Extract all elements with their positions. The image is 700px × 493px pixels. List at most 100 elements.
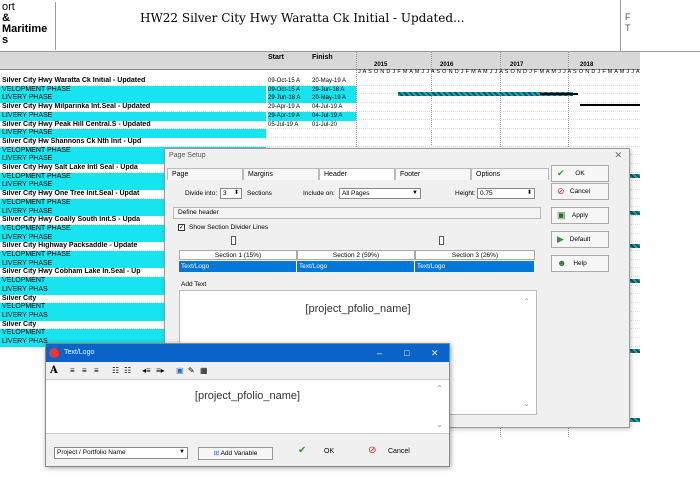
text-editor[interactable]: [project_pfolio_name] ⌃ ⌄ (46, 379, 449, 434)
text-logo-dialog: Text/Logo – □ ✕ A ≡ ≡ ≡ ☷ ☷ ◂≡ ≡▸ ▣ ✎ ▦ … (45, 343, 450, 467)
add-variable-icon: ⊞ (213, 450, 221, 457)
sections-label: Sections (247, 190, 272, 197)
table-row: Silver City Hwy Peak Hill Central.S - Up… (0, 121, 640, 130)
section-3-header: Section 3 (26%) (415, 250, 535, 260)
default-button[interactable]: ▶ Default (551, 231, 609, 248)
table-row: Silver City Hw Shannons Ck Nth Init - Up… (0, 138, 640, 147)
show-lines-label: Show Section Divider Lines (189, 224, 269, 231)
gantt-bar (630, 349, 640, 353)
help-label: Help (573, 260, 587, 267)
help-icon: ☻ (557, 258, 567, 268)
cancel-icon: ⊘ (557, 186, 565, 196)
stepper-arrows-icon[interactable]: ⬍ (234, 189, 239, 198)
tab-header[interactable]: Header (319, 168, 395, 180)
app-icon (49, 348, 59, 358)
add-variable-button[interactable]: ⊞ Add Variable (198, 447, 273, 460)
scroll-down-icon[interactable]: ⌄ (523, 399, 530, 408)
height-value: 0.75 (480, 190, 493, 197)
finish-cell: 04-Jul-19 A (312, 111, 356, 121)
outdent-icon[interactable]: ◂≡ (142, 364, 151, 377)
start-cell: 09-Oct-15 A (268, 78, 301, 84)
section-2-header: Section 2 (59%) (297, 250, 415, 260)
picture-icon[interactable]: ▣ (176, 364, 184, 377)
divide-value: 3 (223, 190, 227, 197)
height-stepper[interactable]: 0.75 ⬍ (477, 188, 535, 199)
dialog-title: Text/Logo (64, 349, 95, 356)
year-label: 2016 (440, 62, 454, 68)
tab-margins[interactable]: Margins (243, 168, 319, 180)
check-icon: ✔ (557, 168, 565, 178)
tab-footer[interactable]: Footer (395, 168, 471, 180)
report-header: ort & Maritime s HW22 Silver City Hwy Wa… (0, 0, 700, 52)
apply-button[interactable]: ▣ Apply (551, 207, 609, 224)
tab-bar: Page Margins Header Footer Options (167, 168, 549, 180)
help-button[interactable]: ☻ Help (551, 255, 609, 272)
cancel-icon: ⊘ (368, 445, 377, 456)
maximize-icon[interactable]: □ (404, 344, 409, 362)
divider-handle[interactable] (439, 236, 444, 245)
month-scale: J A S O N D J F M A M J J A S O N D J F … (358, 69, 640, 75)
editor-value: [project_pfolio_name] (194, 390, 301, 402)
close-icon[interactable]: ✕ (431, 344, 439, 362)
start-cell: 29-Apr-19 A (268, 104, 301, 111)
divider-handle[interactable] (231, 236, 236, 245)
corner-line-2: T (625, 23, 631, 33)
show-lines-checkbox[interactable]: ✓ (178, 224, 185, 231)
include-on-select[interactable]: All Pages ▼ (339, 188, 421, 199)
define-header-group: Define header (173, 207, 541, 219)
section-1-cell[interactable]: Text/Logo (179, 261, 297, 272)
indent-icon[interactable]: ≡▸ (156, 364, 165, 377)
logo: ort & Maritime s (0, 2, 56, 50)
section-3-cell[interactable]: Text/Logo (415, 261, 535, 272)
play-icon: ▶ (557, 234, 564, 244)
scroll-up-icon[interactable]: ⌃ (523, 297, 530, 306)
pencil-icon[interactable]: ✎ (188, 364, 195, 377)
task-name-cell: LIVERY PHASE (0, 111, 266, 121)
section-1-header: Section 1 (15%) (179, 250, 297, 260)
include-value: All Pages (342, 190, 370, 197)
font-icon[interactable]: A (50, 364, 58, 377)
align-left-icon[interactable]: ≡ (70, 364, 75, 377)
chevron-down-icon: ▼ (412, 190, 418, 196)
add-text-label: Add Text (181, 281, 207, 288)
gantt-bar (630, 174, 640, 178)
ok-label: OK (575, 170, 585, 177)
header-divider (620, 0, 621, 52)
close-icon[interactable]: ✕ (614, 150, 622, 161)
cancel-button[interactable]: Cancel (388, 448, 410, 455)
variable-select[interactable]: Project / Portfolio Name ▼ (54, 447, 188, 459)
start-cell: 09-Oct-15 A (268, 85, 312, 95)
define-header-label: Define header (178, 209, 219, 216)
table-row: Silver City Hwy Waratta Ck Initial - Upd… (0, 77, 640, 86)
stepper-arrows-icon[interactable]: ⬍ (527, 189, 532, 198)
ok-button[interactable]: OK (324, 448, 334, 455)
bullet-list-icon[interactable]: ☷ (112, 364, 119, 377)
finish-column-header: Finish (312, 54, 333, 61)
cancel-button[interactable]: ⊘ Cancel (551, 183, 609, 200)
minimize-icon[interactable]: – (377, 344, 382, 362)
start-cell: 05-Jul-19 A (268, 121, 299, 128)
tab-page[interactable]: Page (167, 168, 243, 180)
gantt-bar-actual (540, 93, 578, 95)
corner-line-1: F (625, 12, 631, 22)
include-label: Include on: (303, 190, 335, 197)
divide-stepper[interactable]: 3 ⬍ (220, 188, 242, 199)
scroll-up-icon[interactable]: ⌃ (436, 384, 443, 393)
divide-label: Divide into: (185, 190, 218, 197)
tab-options[interactable]: Options (471, 168, 549, 180)
task-name-cell: Silver City Hwy Peak Hill Central.S - Up… (2, 120, 151, 128)
start-cell: 29-Jun-18 A (268, 94, 312, 104)
table-icon[interactable]: ▦ (200, 364, 208, 377)
align-center-icon[interactable]: ≡ (82, 364, 87, 377)
gantt-bar (630, 211, 640, 215)
section-2-cell[interactable]: Text/Logo (297, 261, 415, 272)
check-icon: ✔ (298, 445, 307, 456)
task-name-cell: VELOPMENT PHASE (0, 85, 266, 95)
scroll-down-icon[interactable]: ⌄ (436, 420, 443, 429)
dialog-title: Page Setup (169, 152, 206, 159)
title-bar: Text/Logo – □ ✕ (46, 344, 449, 362)
number-list-icon[interactable]: ☷ (124, 364, 131, 377)
task-name-cell: Silver City Hwy Milparinka Int.Seal - Up… (2, 103, 151, 111)
align-right-icon[interactable]: ≡ (94, 364, 99, 377)
ok-button[interactable]: ✔ OK (551, 165, 609, 182)
